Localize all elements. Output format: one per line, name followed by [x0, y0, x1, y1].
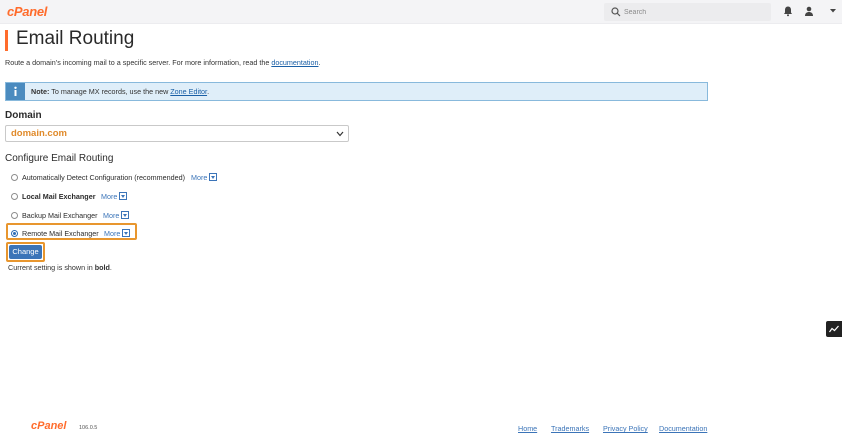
domain-label: Domain [5, 110, 42, 121]
change-button[interactable]: Change [9, 245, 42, 259]
bell-icon[interactable] [782, 5, 794, 17]
note-text: Note: To manage MX records, use the new … [31, 87, 209, 96]
change-button-highlight: Change [6, 242, 45, 262]
info-strip [6, 83, 25, 100]
note-end: . [207, 87, 210, 96]
documentation-link[interactable]: documentation [271, 58, 318, 67]
caret-down-icon[interactable] [829, 8, 837, 14]
domain-selected-value: domain.com [11, 128, 67, 139]
option-label[interactable]: Local Mail Exchanger [22, 192, 96, 201]
search-input[interactable] [624, 5, 764, 19]
note-callout: Note: To manage MX records, use the new … [5, 82, 708, 101]
cpanel-logo[interactable]: cPanel [7, 4, 47, 19]
radio-auto-detect[interactable] [11, 174, 18, 181]
intro-text: Route a domain’s incoming mail to a spec… [5, 58, 320, 67]
option-label[interactable]: Automatically Detect Configuration (reco… [22, 173, 185, 182]
footer-home-link[interactable]: Home [518, 424, 537, 433]
option-label[interactable]: Backup Mail Exchanger [22, 211, 98, 220]
page-title: Email Routing [16, 28, 135, 49]
intro-text-body: Route a domain’s incoming mail to a spec… [5, 58, 272, 67]
zone-editor-link[interactable]: Zone Editor [170, 87, 207, 96]
configure-routing-label: Configure Email Routing [5, 153, 114, 164]
more-link[interactable]: More [103, 211, 119, 220]
radio-remote-exchanger[interactable] [11, 230, 18, 237]
search-icon [611, 7, 621, 17]
top-bar: cPanel [0, 0, 842, 24]
current-setting-note: Current setting is shown in bold. [8, 263, 112, 272]
domain-select[interactable]: domain.com [5, 125, 349, 142]
info-icon [14, 86, 17, 96]
option-label[interactable]: Remote Mail Exchanger [22, 229, 99, 238]
more-toggle-icon[interactable] [119, 192, 127, 200]
radio-backup-exchanger[interactable] [11, 212, 18, 219]
current-note-end: . [109, 263, 112, 272]
more-link[interactable]: More [191, 173, 207, 182]
more-link[interactable]: More [104, 229, 120, 238]
note-body: To manage MX records, use the new [49, 87, 171, 96]
more-toggle-icon[interactable] [122, 229, 130, 237]
title-accent-bar [5, 30, 8, 51]
current-note-body: Current setting is shown in [8, 263, 95, 272]
footer-documentation-link[interactable]: Documentation [659, 424, 707, 433]
search-box[interactable] [604, 3, 771, 21]
more-toggle-icon[interactable] [209, 173, 217, 181]
user-icon[interactable] [803, 5, 815, 17]
radio-local-exchanger[interactable] [11, 193, 18, 200]
footer-logo: cPanel [31, 420, 67, 432]
footer-version: 106.0.5 [79, 425, 98, 431]
footer-privacy-link[interactable]: Privacy Policy [603, 424, 648, 433]
note-label: Note: [31, 87, 50, 96]
chevron-down-icon [336, 131, 344, 137]
stats-panel-toggle[interactable] [826, 321, 842, 337]
intro-text-end: . [318, 58, 321, 67]
chart-icon [829, 325, 839, 333]
more-link[interactable]: More [101, 192, 117, 201]
current-note-bold: bold [94, 263, 110, 272]
more-toggle-icon[interactable] [121, 211, 129, 219]
footer-trademarks-link[interactable]: Trademarks [551, 424, 589, 433]
